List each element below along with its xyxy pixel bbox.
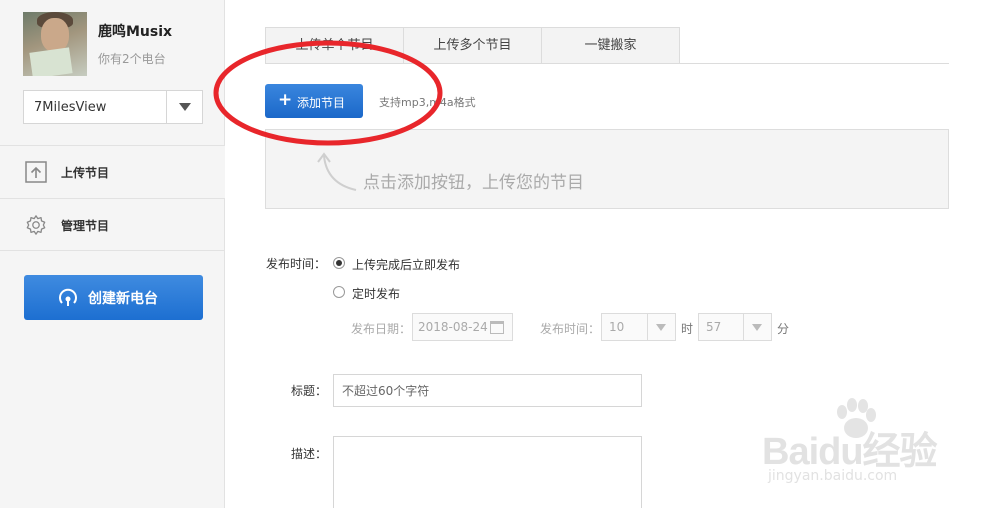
- hour-unit: 时: [681, 322, 694, 336]
- sidebar-item-label: 管理节目: [61, 219, 110, 233]
- hour-value: 10: [609, 320, 625, 334]
- publish-date-label: 发布日期：: [351, 322, 412, 336]
- title-label: 标题：: [291, 384, 328, 398]
- publish-immediately-radio[interactable]: [333, 257, 345, 269]
- watermark-logo-text: Baidu经验: [762, 431, 938, 473]
- sidebar-item-upload[interactable]: 上传节目: [0, 145, 225, 198]
- minute-unit: 分: [777, 322, 790, 336]
- radio-count: 你有2个电台: [98, 52, 166, 66]
- scheduled-publish-radio[interactable]: [333, 286, 345, 298]
- create-radio-button[interactable]: 创建新电台: [24, 275, 203, 320]
- sidebar-item-label: 上传节目: [61, 166, 110, 180]
- sidebar: 鹿鸣Musix 你有2个电台 7MilesView 上传节目 管理节目 创建新电…: [0, 0, 225, 508]
- publish-immediately-label[interactable]: 上传完成后立即发布: [352, 256, 460, 273]
- radio-select-value: 7MilesView: [34, 100, 107, 115]
- tab-one-click-move[interactable]: 一键搬家: [541, 27, 680, 64]
- description-textarea[interactable]: [333, 436, 642, 508]
- radio-select[interactable]: 7MilesView: [23, 90, 203, 124]
- annotation-ellipse: [213, 40, 443, 146]
- chevron-down-icon[interactable]: [166, 91, 202, 123]
- avatar[interactable]: [23, 12, 87, 76]
- curved-arrow-icon: [317, 152, 357, 191]
- create-radio-label: 创建新电台: [88, 291, 158, 307]
- scheduled-publish-label[interactable]: 定时发布: [352, 285, 400, 302]
- title-field[interactable]: [333, 374, 642, 407]
- hour-select[interactable]: 10: [601, 313, 676, 341]
- chevron-down-icon[interactable]: [647, 314, 675, 340]
- chevron-down-icon[interactable]: [743, 314, 771, 340]
- tabs-divider: [680, 63, 949, 64]
- description-label: 描述：: [291, 447, 328, 461]
- publish-time-label: 发布时间：: [266, 257, 327, 271]
- publish-date-value: 2018-08-24: [418, 320, 488, 334]
- schedule-time-label: 发布时间：: [540, 322, 601, 336]
- upload-icon: [25, 161, 47, 183]
- title-input[interactable]: [334, 375, 641, 406]
- minute-select[interactable]: 57: [698, 313, 772, 341]
- drop-zone-hint: 点击添加按钮，上传您的节目: [363, 173, 584, 193]
- sidebar-item-manage[interactable]: 管理节目: [0, 198, 225, 251]
- radio-icon: [59, 288, 77, 306]
- baidu-jingyan-watermark: Baidu经验 jingyan.baidu.com: [760, 398, 950, 490]
- watermark-url: jingyan.baidu.com: [768, 468, 898, 484]
- minute-value: 57: [706, 320, 722, 334]
- radio-name: 鹿鸣Musix: [98, 24, 173, 40]
- calendar-icon[interactable]: [490, 321, 504, 334]
- publish-date-field[interactable]: 2018-08-24: [412, 313, 513, 341]
- gear-icon: [26, 215, 46, 235]
